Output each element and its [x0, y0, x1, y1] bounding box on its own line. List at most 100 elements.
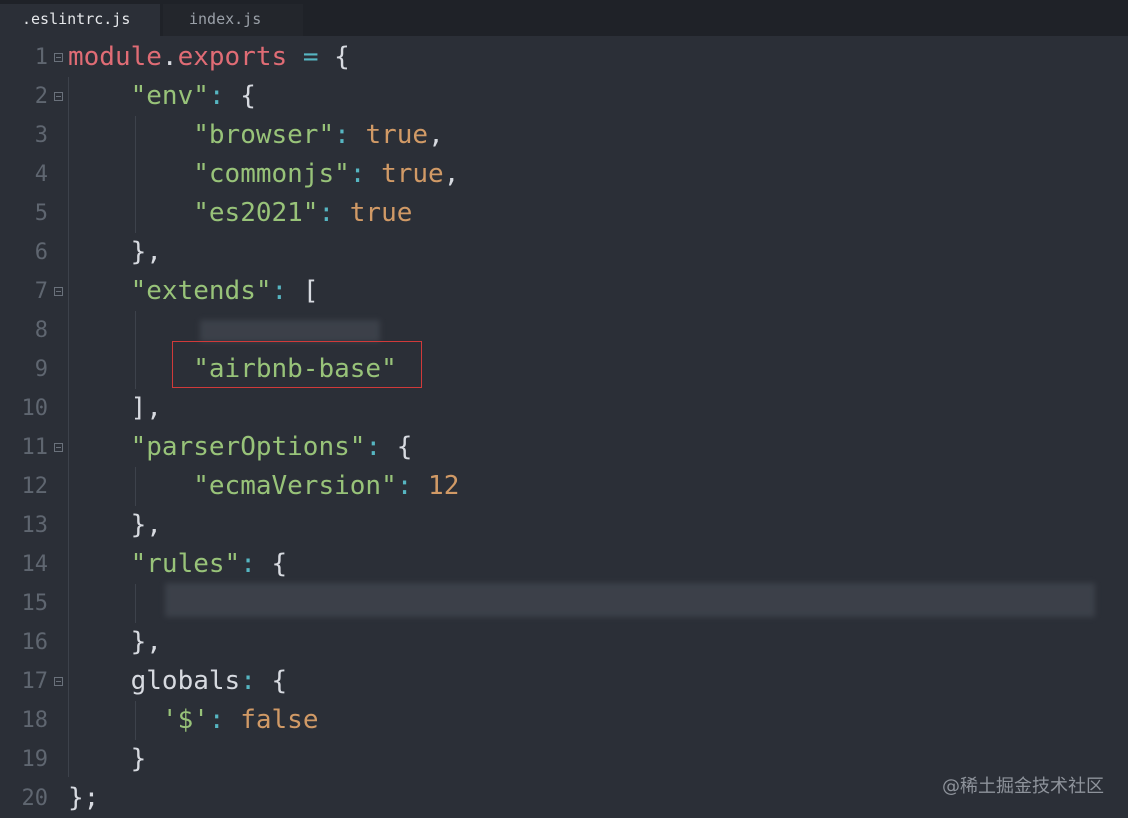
code-text: }; — [68, 779, 99, 818]
line-number: 3 — [34, 123, 48, 148]
code-line[interactable]: 4 "commonjs": true, — [0, 155, 1128, 194]
code-line[interactable]: 3 "browser": true, — [0, 116, 1128, 155]
fold-toggle-icon[interactable] — [54, 287, 63, 296]
highlight-box — [172, 341, 422, 388]
code-token: { — [271, 666, 288, 696]
code-token: } — [130, 744, 147, 774]
code-line[interactable]: 2 "env": { — [0, 77, 1128, 116]
code-token: : — [396, 471, 413, 501]
code-line[interactable]: 13 }, — [0, 506, 1128, 545]
code-token: "parserOptions" — [130, 432, 366, 462]
code-token: { — [334, 42, 350, 72]
code-token: [ — [302, 276, 319, 306]
code-line[interactable]: 16 }, — [0, 623, 1128, 662]
code-token: { — [271, 549, 288, 579]
code-token: "env" — [130, 81, 209, 111]
code-token: globals — [130, 666, 241, 696]
code-token: 12 — [428, 471, 460, 501]
code-line[interactable]: 8 — [0, 311, 1128, 350]
fold-toggle-icon[interactable] — [54, 677, 63, 686]
line-number: 18 — [21, 708, 49, 733]
code-line[interactable]: 9 "airbnb-base" — [0, 350, 1128, 389]
code-line[interactable]: 11 "parserOptions": { — [0, 428, 1128, 467]
code-token: : — [334, 120, 350, 150]
redacted-line-15 — [165, 583, 1095, 617]
code-token: true — [381, 159, 444, 189]
tab-index-js[interactable]: index.js — [163, 4, 303, 36]
fold-toggle-icon[interactable] — [54, 443, 63, 452]
code-line[interactable]: 6 }, — [0, 233, 1128, 272]
code-token: : — [208, 81, 225, 111]
code-text: }, — [68, 623, 162, 662]
code-text: "ecmaVersion": 12 — [68, 467, 459, 506]
line-number: 7 — [34, 279, 48, 304]
indent-guide — [135, 584, 136, 623]
code-line[interactable]: 1 module.exports = { — [0, 38, 1128, 77]
line-number: 12 — [21, 474, 49, 499]
code-token: , — [443, 159, 460, 189]
code-line[interactable]: 17 globals: { — [0, 662, 1128, 701]
tab-bar: .eslintrc.js index.js — [0, 0, 1128, 36]
code-text: globals: { — [68, 662, 288, 701]
code-token: : — [240, 549, 256, 579]
code-token: "extends" — [130, 276, 272, 306]
tab-eslintrc[interactable]: .eslintrc.js — [0, 4, 160, 36]
code-text: "parserOptions": { — [68, 428, 413, 467]
line-number: 2 — [34, 84, 48, 109]
code-line[interactable]: 18 '$': false — [0, 701, 1128, 740]
code-token: true — [365, 120, 429, 150]
code-token: "rules" — [130, 549, 241, 579]
code-text: "env": { — [68, 77, 256, 116]
line-number: 8 — [34, 318, 48, 343]
code-text: module.exports = { — [68, 38, 350, 77]
fold-toggle-icon[interactable] — [54, 92, 63, 101]
code-line[interactable]: 7 "extends": [ — [0, 272, 1128, 311]
redacted-line-8 — [200, 320, 380, 342]
code-token: : — [271, 276, 288, 306]
code-token: , — [428, 120, 444, 150]
code-token: = — [302, 42, 319, 72]
code-line[interactable]: 10 ], — [0, 389, 1128, 428]
fold-toggle-icon[interactable] — [54, 53, 63, 62]
line-number: 10 — [21, 396, 49, 421]
code-text: "es2021": true — [68, 194, 412, 233]
indent-guide — [135, 311, 136, 389]
code-token: }, — [130, 510, 162, 540]
code-text: }, — [68, 233, 162, 272]
code-text: "extends": [ — [68, 272, 319, 311]
code-token: }, — [130, 627, 162, 657]
code-token: : — [349, 159, 366, 189]
code-line[interactable]: 5 "es2021": true — [0, 194, 1128, 233]
line-number: 1 — [34, 45, 48, 70]
code-text: ], — [68, 389, 162, 428]
code-token: }, — [130, 237, 162, 267]
code-token: module — [68, 42, 162, 72]
code-line[interactable]: 14 "rules": { — [0, 545, 1128, 584]
indent-guide — [135, 116, 136, 233]
code-token: exports — [177, 42, 288, 72]
code-line[interactable]: 12 "ecmaVersion": 12 — [0, 467, 1128, 506]
indent-guide — [68, 77, 69, 777]
code-token: "es2021" — [193, 198, 319, 228]
line-number: 20 — [21, 786, 49, 811]
code-text: }, — [68, 506, 162, 545]
line-number: 9 — [34, 357, 48, 382]
code-token: : — [318, 198, 335, 228]
code-token: true — [349, 198, 413, 228]
indent-guide — [135, 701, 136, 740]
